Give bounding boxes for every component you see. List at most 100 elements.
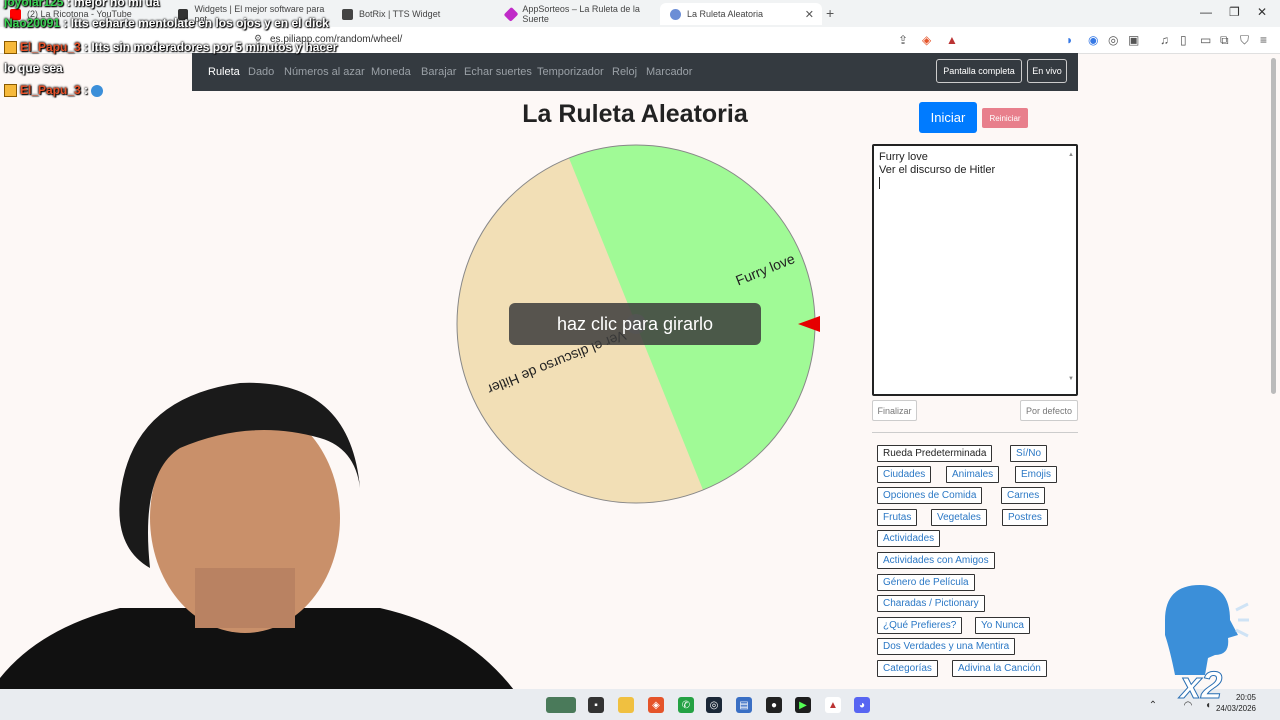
start-button[interactable]: Iniciar [919,102,977,133]
preset-button[interactable]: Sí/No [1010,445,1048,462]
obs-icon[interactable]: ● [766,697,782,713]
tab-label: La Ruleta Aleatoria [687,9,764,19]
clock-date: 24/03/2026 [1215,704,1256,713]
preset-button[interactable]: ¿Qué Prefieres? [877,617,963,634]
scroll-up-icon[interactable]: ▲ [1068,149,1074,162]
nav-barajar[interactable]: Barajar [421,66,456,78]
webcam-feed [0,382,520,720]
entry-line: Furry love [879,151,928,163]
preset-button[interactable]: Actividades con Amigos [877,552,995,569]
preset-button[interactable]: Categorías [877,660,938,677]
site-navbar: Ruleta Dado Números al azar Moneda Baraj… [192,53,1078,91]
page-scrollbar[interactable] [1271,58,1276,394]
nav-reloj[interactable]: Reloj [612,66,637,78]
chat-username: joyolar125 [4,0,64,9]
taskbar: ▪ ◈ ✆ ◎ ▤ ● ▶ ▲ ◕ ⌃ ◠ ◖ 20:05 24/03/2026 [0,689,1280,720]
task-view-icon[interactable]: ▪ [588,697,604,713]
tab-label: AppSorteos – La Ruleta de la Suerte [522,4,640,24]
wheel-icon [670,8,681,20]
share-icon[interactable]: ⇪ [898,33,908,47]
audio-icon[interactable]: ◗ [1066,33,1073,47]
chat-message: joyolar125 : mejor ho mi ua [4,0,159,9]
chat-username: El_Papu_3 [20,40,81,54]
chat-text: : mejor ho mi ua [66,0,160,9]
new-tab-icon[interactable]: + [826,5,834,21]
entries-textarea[interactable]: Furry love Ver el discurso de Hitler ▲ ▼ [872,144,1078,396]
preset-button[interactable]: Yo Nunca [975,617,1030,634]
chat-username: Nao20091 [4,16,61,30]
steam-icon[interactable]: ◎ [706,697,722,713]
whatsapp-icon[interactable]: ✆ [678,697,694,713]
preset-button[interactable]: Actividades [877,530,941,547]
nav-moneda[interactable]: Moneda [371,66,411,78]
preset-button[interactable]: Animales [946,466,1000,483]
tab-ruleta[interactable]: La Ruleta Aleatoria ✕ [660,3,822,25]
notes-icon[interactable]: ▤ [736,697,752,713]
preset-button[interactable]: Postres [1002,509,1048,526]
discord-icon[interactable]: ◕ [854,697,870,713]
restore-icon[interactable]: ❐ [1229,5,1240,19]
chat-badge-icon [4,84,17,98]
preset-button[interactable]: Carnes [1001,487,1046,504]
app-icon[interactable]: ▲ [825,697,841,713]
botrix-icon [342,8,353,20]
chat-message: lo que sea [4,61,63,75]
chat-text: : [84,83,89,97]
nav-echar-suertes[interactable]: Echar suertes [464,66,532,78]
chat-text: lo que sea [4,61,63,75]
preset-button[interactable]: Género de Película [877,574,975,591]
preset-button[interactable]: Adivina la Canción [952,660,1047,677]
tab-appsorteos[interactable]: AppSorteos – La Ruleta de la Suerte [496,3,660,25]
default-button[interactable]: Por defecto [1020,400,1078,421]
finish-button[interactable]: Finalizar [872,400,917,421]
neck-shape [195,568,295,628]
chat-message: El_Papu_3 : [4,83,104,98]
nav-numeros[interactable]: Números al azar [284,66,365,78]
multiplier-label: x2 [1178,665,1222,700]
rewards-icon[interactable]: ▲ [946,33,958,47]
file-explorer-icon[interactable] [618,697,634,713]
close-tab-icon[interactable]: ✕ [805,8,814,21]
menu-icon[interactable]: ≡ [1260,33,1267,47]
downloads-icon[interactable]: ⧉ [1220,33,1229,48]
nav-temporizador[interactable]: Temporizador [537,66,604,78]
nav-marcador[interactable]: Marcador [646,66,692,78]
text-cursor [879,177,880,189]
nav-dado[interactable]: Dado [248,66,274,78]
live-button[interactable]: En vivo [1027,59,1067,83]
sidebar-icon[interactable]: ▯ [1180,33,1187,47]
nav-ruleta[interactable]: Ruleta [208,66,240,78]
preset-button[interactable]: Emojis [1015,466,1058,483]
spin-hint[interactable]: haz clic para girarlo [509,303,761,345]
divider [872,432,1078,433]
entry-line: Ver el discurso de Hitler [879,164,996,176]
media-icon[interactable]: ♫ [1160,33,1169,47]
weather-icon[interactable] [546,697,576,713]
tab-botrix[interactable]: BotRix | TTS Widget [332,3,496,25]
extensions-icon[interactable]: ▣ [1128,33,1139,47]
preset-button[interactable]: Ciudades [877,466,932,483]
preset-button[interactable]: Dos Verdades y una Mentira [877,638,1016,655]
reset-button[interactable]: Reiniciar [982,108,1028,128]
extension-icon[interactable]: ◎ [1108,33,1118,47]
chat-text: : Itts echarte mentolate en los ojos y e… [63,16,329,30]
chat-badge-icon [4,41,17,55]
close-window-icon[interactable]: ✕ [1257,5,1267,19]
brave-browser-icon[interactable]: ◈ [648,697,664,713]
fullscreen-button[interactable]: Pantalla completa [936,59,1022,83]
wheel-pointer-icon [798,316,820,332]
wallet-icon[interactable]: ▭ [1200,33,1211,47]
scroll-down-icon[interactable]: ▼ [1068,373,1074,386]
chat-message: El_Papu_3 : Itts sin moderadores por 5 m… [4,40,337,55]
extension-icon[interactable]: ◉ [1088,33,1098,47]
preset-button[interactable]: Rueda Predeterminada [877,445,993,462]
brave-shield-icon[interactable]: ◈ [922,33,931,47]
appsorteos-icon [503,6,519,22]
terminal-icon[interactable]: ▶ [795,697,811,713]
preset-button[interactable]: Charadas / Pictionary [877,595,985,612]
minimize-icon[interactable]: — [1200,5,1212,19]
preset-button[interactable]: Vegetales [931,509,987,526]
preset-button[interactable]: Frutas [877,509,918,526]
vpn-icon[interactable]: ⛉ [1240,33,1249,48]
preset-button[interactable]: Opciones de Comida [877,487,983,504]
